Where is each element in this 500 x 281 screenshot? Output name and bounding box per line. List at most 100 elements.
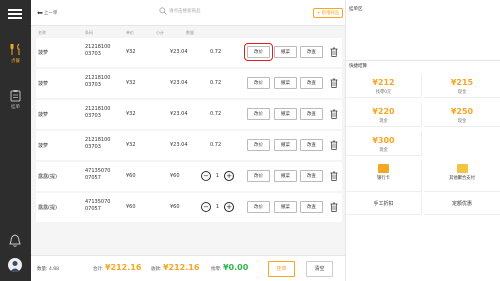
add-item-button[interactable]: + 新增商品	[312, 8, 343, 18]
trash-icon[interactable]	[330, 47, 338, 59]
quick-pay-250[interactable]: ¥250 现金	[424, 103, 500, 127]
withdraw-dish-button[interactable]: 撤菜	[274, 108, 297, 120]
trash-icon[interactable]	[330, 109, 338, 121]
table-row[interactable]: 露露(提) 47135070 07057 ¥60 ¥60 −1 + 改价 撤菜 改查	[36, 193, 342, 222]
unit-price: ¥60	[126, 204, 136, 210]
count-label: 数量: 4.88	[37, 267, 59, 272]
decrease-button[interactable]: −	[201, 202, 211, 212]
quantity-value: 1	[215, 204, 220, 210]
quick-pay-212[interactable]: ¥212 找零0元	[346, 74, 422, 98]
back-icon: ⬅	[37, 9, 43, 17]
bank-card-button[interactable]: 银行卡	[346, 160, 422, 192]
header-code: 条码	[85, 30, 93, 35]
main-panel: ⬅ 上一单 请点击搜索商品 + 新增商品 名称 条码 单价 小计 数量 菠萝 21…	[31, 0, 345, 281]
pay-amount: ¥215	[450, 78, 474, 87]
right-panel: 挂单区 快捷结算 ¥212 找零0元 ¥215 现金 ¥220 现金 ¥250 …	[345, 0, 500, 281]
withdraw-dish-button[interactable]: 撤菜	[274, 139, 297, 151]
edit-dish-button[interactable]: 改查	[300, 77, 323, 89]
barcode-line-1: 21218100	[85, 106, 111, 112]
barcode-line-1: 21218100	[85, 44, 111, 50]
total-label: 合计:	[93, 267, 104, 272]
manual-discount-button[interactable]: 手工折扣	[346, 193, 422, 215]
trash-icon[interactable]	[330, 78, 338, 90]
wallet-icon	[456, 164, 468, 173]
nav-item-store[interactable]: 点餐	[0, 42, 31, 64]
unit-price: ¥32	[126, 142, 136, 148]
edit-dish-button[interactable]: 改查	[300, 46, 323, 58]
change-price-button[interactable]: 改价	[247, 201, 270, 213]
pay-label: 现金	[379, 119, 388, 124]
table-header: 名称 条码 单价 小计 数量	[31, 27, 345, 37]
header-unit-price: 单价	[126, 30, 134, 35]
received-label: 收款:	[151, 267, 162, 272]
decrease-button[interactable]: −	[201, 171, 211, 181]
quantity-value: 0.72	[210, 111, 222, 117]
unit-price: ¥32	[126, 111, 136, 117]
pay-amount: ¥250	[450, 107, 474, 116]
clear-button[interactable]: 清空	[306, 261, 333, 277]
quick-pay-300[interactable]: ¥300 现金	[346, 132, 422, 156]
edit-dish-button[interactable]: 改查	[300, 139, 323, 151]
change-price-button[interactable]: 改价	[247, 77, 270, 89]
menu-icon[interactable]	[8, 9, 22, 19]
quantity-stepper: −1 +	[201, 171, 234, 181]
quick-pay-215[interactable]: ¥215 现金	[424, 74, 500, 98]
item-barcode: 21218100 03703	[85, 75, 110, 89]
edit-dish-button[interactable]: 改查	[300, 108, 323, 120]
nav-orders-label: 挂单	[11, 105, 20, 110]
quick-pay-220[interactable]: ¥220 现金	[346, 103, 422, 127]
change-price-button[interactable]: 改价	[247, 139, 270, 151]
trash-icon[interactable]	[330, 202, 338, 214]
withdraw-dish-button[interactable]: 撤菜	[274, 46, 297, 58]
pending-orders-title: 挂单区	[349, 7, 363, 12]
unit-price: ¥60	[126, 173, 136, 179]
change-label: 找零:	[211, 267, 222, 272]
quantity-value: 1	[215, 173, 220, 179]
item-barcode: 21218100 03703	[85, 106, 110, 120]
withdraw-dish-button[interactable]: 撤菜	[274, 170, 297, 182]
previous-order-button[interactable]: ⬅ 上一单	[37, 9, 57, 17]
table-row[interactable]: 菠萝 21218100 03703 ¥32 ¥23.04 0.72 改价 撤菜 改查	[36, 100, 342, 129]
trash-icon[interactable]	[330, 171, 338, 183]
edit-dish-button[interactable]: 改查	[300, 170, 323, 182]
table-row[interactable]: 菠萝 21218100 03703 ¥32 ¥23.04 0.72 改价 撤菜 改查	[36, 69, 342, 98]
pay-label: 现金	[457, 90, 467, 95]
search-input[interactable]: 请点击搜索商品	[159, 7, 201, 15]
barcode-line-1: 21218100	[85, 137, 111, 143]
item-name: 菠萝	[38, 81, 49, 87]
withdraw-dish-button[interactable]: 撤菜	[274, 201, 297, 213]
barcode-line-2: 07057	[85, 206, 101, 212]
change-price-button[interactable]: 改价	[244, 43, 273, 61]
unit-price: ¥32	[126, 80, 136, 86]
change-price-button[interactable]: 改价	[247, 108, 270, 120]
hang-order-button[interactable]: 挂单	[268, 261, 295, 277]
barcode-line-2: 07057	[85, 175, 101, 181]
quantity-value: 0.72	[210, 80, 222, 86]
change: 找零: ¥0.00	[211, 263, 248, 272]
increase-button[interactable]: +	[224, 202, 234, 212]
subtotal: ¥60	[170, 173, 180, 179]
withdraw-dish-button[interactable]: 撤菜	[274, 77, 297, 89]
change-price-button[interactable]: 改价	[247, 170, 270, 182]
nav-item-orders[interactable]: 挂单	[0, 88, 31, 110]
other-pay-button[interactable]: 其他聚合支付	[424, 160, 500, 192]
top-bar: ⬅ 上一单 请点击搜索商品 + 新增商品	[31, 0, 345, 26]
table-row[interactable]: 露露(提) 47135070 07057 ¥60 ¥60 −1 + 改价 撤菜 改查	[36, 162, 342, 191]
table-row[interactable]: 菠萝 21218100 03703 ¥32 ¥23.04 0.72 改价 撤菜 改查	[36, 38, 342, 67]
received: 收款: ¥212.16	[151, 263, 199, 272]
quick-checkout-title: 快捷结算	[349, 64, 367, 69]
item-barcode: 21218100 03703	[85, 137, 110, 151]
avatar[interactable]	[8, 258, 22, 272]
trash-icon[interactable]	[330, 140, 338, 152]
quantity-stepper: −1 +	[201, 202, 234, 212]
increase-button[interactable]: +	[224, 171, 234, 181]
item-name: 露露(提)	[38, 205, 57, 211]
bank-card-icon	[378, 164, 389, 173]
clipboard-icon	[0, 88, 31, 102]
edit-dish-button[interactable]: 改查	[300, 201, 323, 213]
bell-icon[interactable]	[9, 234, 21, 249]
unit-price: ¥32	[126, 49, 136, 55]
table-row[interactable]: 菠萝 21218100 03703 ¥32 ¥23.04 0.72 改价 撤菜 改查	[36, 131, 342, 160]
barcode-line-2: 03703	[85, 51, 101, 57]
fixed-discount-button[interactable]: 定额优惠	[424, 193, 500, 215]
